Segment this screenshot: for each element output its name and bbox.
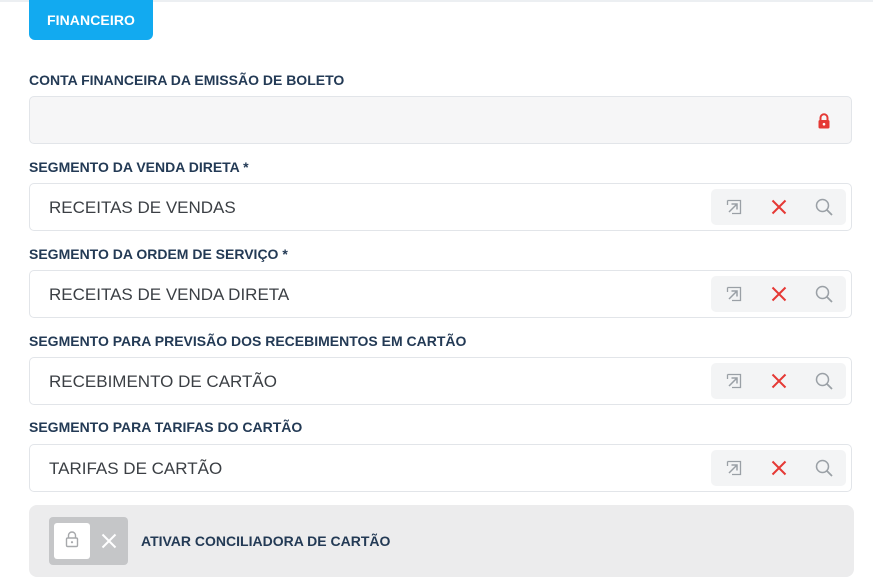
segmento-previsao-cartao-value: RECEBIMENTO DE CARTÃO bbox=[49, 372, 277, 391]
toggle-knob bbox=[54, 523, 90, 559]
close-icon[interactable] bbox=[756, 276, 801, 312]
search-icon[interactable] bbox=[801, 189, 846, 225]
close-icon[interactable] bbox=[756, 189, 801, 225]
segmento-ordem-servico-field[interactable]: RECEITAS DE VENDA DIRETA bbox=[29, 270, 852, 318]
close-icon bbox=[95, 523, 123, 559]
conta-financeira-field bbox=[29, 96, 852, 144]
segmento-tarifas-cartao-value: TARIFAS DE CARTÃO bbox=[49, 459, 223, 478]
field-actions bbox=[711, 450, 846, 486]
segmento-tarifas-cartao-label: SEGMENTO PARA TARIFAS DO CARTÃO bbox=[29, 419, 303, 435]
segmento-venda-direta-field[interactable]: RECEITAS DE VENDAS bbox=[29, 183, 852, 231]
segmento-venda-direta-label: SEGMENTO DA VENDA DIRETA * bbox=[29, 159, 249, 175]
search-icon[interactable] bbox=[801, 276, 846, 312]
conciliadora-panel: ATIVAR CONCILIADORA DE CARTÃO bbox=[29, 505, 854, 577]
search-icon[interactable] bbox=[801, 363, 846, 399]
open-external-icon[interactable] bbox=[711, 450, 756, 486]
field-actions bbox=[711, 189, 846, 225]
search-icon[interactable] bbox=[801, 450, 846, 486]
open-external-icon[interactable] bbox=[711, 276, 756, 312]
field-actions bbox=[711, 276, 846, 312]
open-external-icon[interactable] bbox=[711, 363, 756, 399]
open-external-icon[interactable] bbox=[711, 189, 756, 225]
segmento-venda-direta-value: RECEITAS DE VENDAS bbox=[49, 198, 236, 217]
conta-financeira-label: CONTA FINANCEIRA DA EMISSÃO DE BOLETO bbox=[29, 72, 345, 88]
lock-icon bbox=[815, 112, 833, 130]
conciliadora-toggle[interactable] bbox=[49, 517, 128, 565]
conciliadora-label: ATIVAR CONCILIADORA DE CARTÃO bbox=[141, 533, 391, 549]
field-actions bbox=[711, 363, 846, 399]
segmento-tarifas-cartao-field[interactable]: TARIFAS DE CARTÃO bbox=[29, 444, 852, 492]
close-icon[interactable] bbox=[756, 450, 801, 486]
close-icon[interactable] bbox=[756, 363, 801, 399]
segmento-previsao-cartao-field[interactable]: RECEBIMENTO DE CARTÃO bbox=[29, 357, 852, 405]
tab-financeiro[interactable]: FINANCEIRO bbox=[29, 0, 153, 40]
segmento-ordem-servico-label: SEGMENTO DA ORDEM DE SERVIÇO * bbox=[29, 246, 288, 262]
segmento-previsao-cartao-label: SEGMENTO PARA PREVISÃO DOS RECEBIMENTOS … bbox=[29, 333, 467, 349]
lock-icon bbox=[64, 530, 80, 553]
segmento-ordem-servico-value: RECEITAS DE VENDA DIRETA bbox=[49, 285, 290, 304]
